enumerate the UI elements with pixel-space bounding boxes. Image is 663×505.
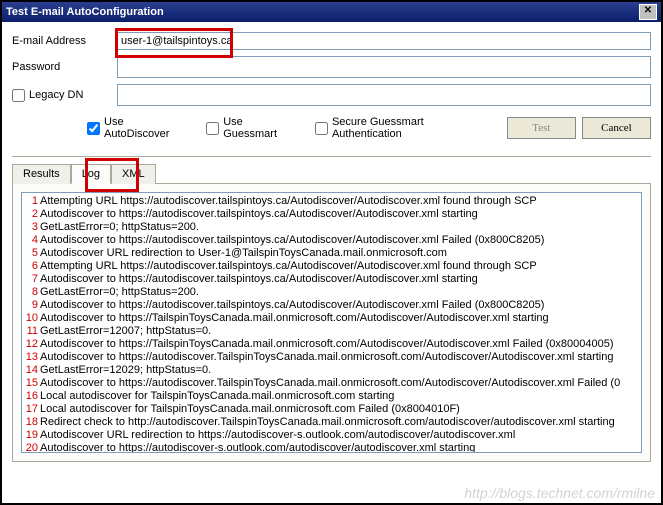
log-line-text: Autodiscover to https://autodiscover.tai… [40,299,544,312]
log-line: 6Attempting URL https://autodiscover.tai… [24,260,639,273]
log-line-number: 2 [24,208,38,221]
close-icon[interactable]: ✕ [639,4,657,20]
log-line-number: 1 [24,195,38,208]
secure-guessmart-checkbox[interactable] [315,122,328,135]
log-line: 11GetLastError=12007; httpStatus=0. [24,325,639,338]
log-line: 16Local autodiscover for TailspinToysCan… [24,390,639,403]
legacy-dn-field[interactable] [117,84,651,106]
log-line: 17Local autodiscover for TailspinToysCan… [24,403,639,416]
use-autodiscover-label: Use AutoDiscover [104,116,186,140]
log-line-text: Autodiscover to https://autodiscover.tai… [40,234,544,247]
log-line-text: Autodiscover URL redirection to https://… [40,429,515,442]
log-line-text: GetLastError=12029; httpStatus=0. [40,364,211,377]
log-line-number: 9 [24,299,38,312]
log-line-text: Attempting URL https://autodiscover.tail… [40,260,537,273]
log-line-text: GetLastError=0; httpStatus=200. [40,221,199,234]
tab-results[interactable]: Results [12,164,71,184]
log-line-number: 15 [24,377,38,390]
log-line-text: Local autodiscover for TailspinToysCanad… [40,390,394,403]
log-line-number: 10 [24,312,38,325]
log-line-number: 4 [24,234,38,247]
log-line: 12Autodiscover to https://TailspinToysCa… [24,338,639,351]
log-line-number: 16 [24,390,38,403]
form-area: E-mail Address Password Legacy DN Use Au… [2,22,661,150]
log-line-text: Autodiscover to https://autodiscover.tai… [40,208,478,221]
email-field[interactable] [117,32,651,50]
log-line-number: 5 [24,247,38,260]
log-line: 8GetLastError=0; httpStatus=200. [24,286,639,299]
use-guessmart-label: Use Guessmart [223,116,295,140]
log-line-text: Autodiscover to https://TailspinToysCana… [40,338,614,351]
tab-xml[interactable]: XML [111,164,156,184]
log-line-number: 13 [24,351,38,364]
log-line-text: Autodiscover to https://autodiscover.Tai… [40,377,620,390]
log-line-text: Autodiscover to https://autodiscover.Tai… [40,351,614,364]
log-line-text: GetLastError=12007; httpStatus=0. [40,325,211,338]
log-line-text: Autodiscover URL redirection to User-1@T… [40,247,447,260]
watermark: http://blogs.technet.com/rmilne [464,485,655,501]
log-line-number: 8 [24,286,38,299]
password-label: Password [12,61,117,73]
log-line-number: 6 [24,260,38,273]
log-line: 1Attempting URL https://autodiscover.tai… [24,195,639,208]
log-line: 19Autodiscover URL redirection to https:… [24,429,639,442]
log-line: 9Autodiscover to https://autodiscover.ta… [24,299,639,312]
log-line: 15Autodiscover to https://autodiscover.T… [24,377,639,390]
log-line-text: Autodiscover to https://autodiscover-s.o… [40,442,475,453]
log-line-number: 14 [24,364,38,377]
log-line: 4Autodiscover to https://autodiscover.ta… [24,234,639,247]
log-line-number: 19 [24,429,38,442]
log-line-number: 17 [24,403,38,416]
log-line: 2Autodiscover to https://autodiscover.ta… [24,208,639,221]
log-line-text: Autodiscover to https://autodiscover.tai… [40,273,478,286]
legacy-dn-checkbox[interactable] [12,89,25,102]
log-line: 10Autodiscover to https://TailspinToysCa… [24,312,639,325]
log-line: 13Autodiscover to https://autodiscover.T… [24,351,639,364]
log-line-text: GetLastError=0; httpStatus=200. [40,286,199,299]
log-line-number: 11 [24,325,38,338]
divider [12,156,651,157]
use-guessmart-checkbox[interactable] [206,122,219,135]
log-line-text: Local autodiscover for TailspinToysCanad… [40,403,460,416]
log-line: 7Autodiscover to https://autodiscover.ta… [24,273,639,286]
log-line: 3GetLastError=0; httpStatus=200. [24,221,639,234]
email-label: E-mail Address [12,35,117,47]
log-line: 14GetLastError=12029; httpStatus=0. [24,364,639,377]
log-line-text: Autodiscover to https://TailspinToysCana… [40,312,549,325]
test-button[interactable]: Test [507,117,576,139]
log-line: 5Autodiscover URL redirection to User-1@… [24,247,639,260]
tab-panel-log: 1Attempting URL https://autodiscover.tai… [12,183,651,462]
log-line-number: 12 [24,338,38,351]
log-line-number: 7 [24,273,38,286]
cancel-button[interactable]: Cancel [582,117,651,139]
log-line: 20Autodiscover to https://autodiscover-s… [24,442,639,453]
log-line-text: Attempting URL https://autodiscover.tail… [40,195,537,208]
log-line: 18Redirect check to http://autodiscover.… [24,416,639,429]
log-line-number: 20 [24,442,38,453]
log-line-number: 3 [24,221,38,234]
password-field[interactable] [117,56,651,78]
tab-strip: Results Log XML [12,163,651,183]
window-title: Test E-mail AutoConfiguration [6,2,164,22]
log-line-text: Redirect check to http://autodiscover.Ta… [40,416,615,429]
use-autodiscover-checkbox[interactable] [87,122,100,135]
title-bar: Test E-mail AutoConfiguration ✕ [2,2,661,22]
log-output[interactable]: 1Attempting URL https://autodiscover.tai… [21,192,642,453]
secure-guessmart-label: Secure Guessmart Authentication [332,116,487,140]
tab-log[interactable]: Log [71,164,111,184]
log-line-number: 18 [24,416,38,429]
legacy-dn-label: Legacy DN [29,89,83,101]
